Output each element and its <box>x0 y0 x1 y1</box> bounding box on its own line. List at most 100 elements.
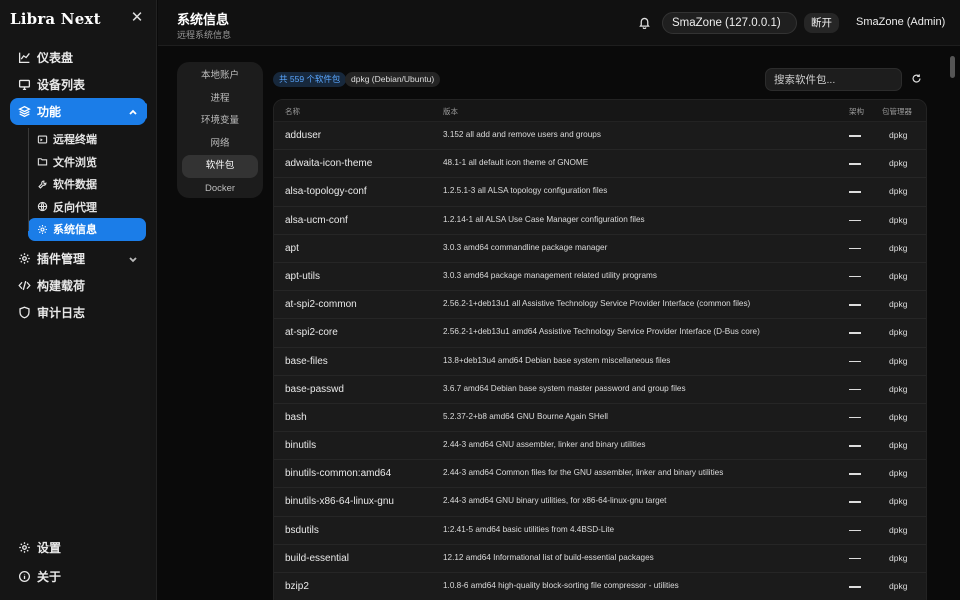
sidebar-item-dashboard[interactable]: 仪表盘 <box>10 44 146 71</box>
sidebar-item-label: 仪表盘 <box>37 51 74 65</box>
package-version: 3.0.3 amd64 commandline package manager <box>443 242 608 252</box>
table-row[interactable]: build-essential 12.12 amd64 Informational… <box>274 544 926 573</box>
sidebar-item-build-payload[interactable]: 构建载荷 <box>10 272 146 299</box>
sidebar-item-audit-log[interactable]: 审计日志 <box>10 299 146 326</box>
gear-icon <box>17 541 31 555</box>
package-manager: dpkg <box>889 496 908 507</box>
package-manager: dpkg <box>889 214 908 225</box>
package-arch-empty <box>849 247 861 250</box>
package-manager: dpkg <box>889 299 908 310</box>
package-manager: dpkg <box>889 440 908 451</box>
package-arch-empty <box>849 275 861 278</box>
tool-icon <box>36 178 48 190</box>
package-name: bzip2 <box>285 581 309 592</box>
package-name: adwaita-icon-theme <box>285 158 373 170</box>
table-row[interactable]: bzip2 1.0.8-6 amd64 high-quality block-so… <box>274 573 926 600</box>
table-row[interactable]: bash 5.2.37-2+b8 amd64 GNU Bourne Again S… <box>274 403 926 433</box>
column-header-version[interactable]: 版本 <box>443 106 458 117</box>
page-scrollbar[interactable] <box>950 56 955 78</box>
tab-network[interactable]: 网络 <box>182 133 258 156</box>
sidebar-bottom: 设置 关于 <box>10 534 146 590</box>
package-version: 2.44-3 amd64 GNU binary utilities, for x… <box>443 496 667 506</box>
package-name: apt <box>285 242 299 254</box>
sidebar-item-label: 关于 <box>37 570 62 584</box>
sidebar-item-file-browser[interactable]: 文件浏览 <box>28 151 146 174</box>
table-row[interactable]: adduser 3.152 all add and remove users an… <box>274 122 926 151</box>
sidebar-item-features[interactable]: 功能 <box>10 98 146 125</box>
table-row[interactable]: base-passwd 3.6.7 amd64 Debian base syste… <box>274 375 926 404</box>
sidebar-item-remote-terminal[interactable]: 远程终端 <box>28 128 146 151</box>
package-version: 48.1-1 all default icon theme of GNOME <box>443 158 589 168</box>
system-info-submenu: 本地账户 进程 环境变量 网络 软件包 Docker <box>177 62 263 198</box>
tab-env-vars[interactable]: 环境变量 <box>182 110 258 133</box>
chart-icon <box>17 51 31 65</box>
package-arch-empty <box>849 332 861 334</box>
package-arch-empty <box>849 135 861 137</box>
sidebar-item-settings[interactable]: 设置 <box>10 534 146 561</box>
sidebar-item-plugins[interactable]: 插件管理 <box>10 245 146 272</box>
package-name: binutils-common:amd64 <box>285 468 392 480</box>
package-name: alsa-topology-conf <box>285 186 367 198</box>
table-row[interactable]: at-spi2-core 2.56.2-1+deb13u1 amd64 Assis… <box>274 319 926 348</box>
package-name: bsdutils <box>285 524 319 536</box>
sidebar-scroll-indicator <box>143 103 147 119</box>
table-row[interactable]: apt-utils 3.0.3 amd64 package management … <box>274 262 926 292</box>
package-manager: dpkg <box>889 524 908 535</box>
table-row[interactable]: binutils-x86-64-linux-gnu 2.44-3 amd64 GN… <box>274 488 926 517</box>
package-manager: dpkg <box>889 270 908 281</box>
package-arch-empty <box>849 501 861 503</box>
info-icon <box>17 570 31 584</box>
package-manager: dpkg <box>889 327 908 338</box>
table-row[interactable]: binutils-common:amd64 2.44-3 amd64 Common… <box>274 460 926 489</box>
package-name: build-essential <box>285 552 349 564</box>
package-arch-empty <box>849 445 861 447</box>
sidebar-item-devices[interactable]: 设备列表 <box>10 71 146 98</box>
refresh-icon[interactable] <box>911 73 924 86</box>
server-selector[interactable]: SmaZone (127.0.0.1) <box>662 12 797 34</box>
folder-icon <box>36 156 48 168</box>
package-manager: dpkg <box>889 186 908 197</box>
package-version: 5.2.37-2+b8 amd64 GNU Bourne Again SHell <box>443 411 608 421</box>
package-manager: dpkg <box>889 411 908 422</box>
package-version: 12.12 amd64 Informational list of build-… <box>443 552 654 562</box>
chevron-down-icon <box>128 253 138 263</box>
tab-docker[interactable]: Docker <box>182 178 258 201</box>
package-version: 1:2.41-5 amd64 basic utilities from 4.4B… <box>443 524 615 534</box>
close-icon[interactable]: ✕ <box>130 10 144 25</box>
table-row[interactable]: alsa-ucm-conf 1.2.14-1 all ALSA Use Case … <box>274 206 926 235</box>
search-input[interactable] <box>765 68 902 91</box>
column-header-name[interactable]: 名称 <box>285 106 300 117</box>
table-row[interactable]: alsa-topology-conf 1.2.5.1-3 all ALSA top… <box>274 178 926 207</box>
tab-processes[interactable]: 进程 <box>182 88 258 111</box>
column-header-manager[interactable]: 包管理器 <box>882 106 912 117</box>
table-row[interactable]: apt 3.0.3 amd64 commandline package manag… <box>274 234 926 263</box>
package-arch-empty <box>849 529 861 532</box>
tab-packages[interactable]: 软件包 <box>182 155 258 178</box>
bell-icon[interactable] <box>638 16 652 30</box>
table-row[interactable]: at-spi2-common 2.56.2-1+deb13u1 all Assis… <box>274 291 926 320</box>
package-version: 3.152 all add and remove users and group… <box>443 130 601 139</box>
table-header: 名称 版本 架构 包管理器 <box>274 100 926 122</box>
column-header-arch[interactable]: 架构 <box>849 106 864 117</box>
user-menu[interactable]: SmaZone (Admin) <box>856 16 945 28</box>
table-row[interactable]: base-files 13.8+deb13u4 amd64 Debian base… <box>274 347 926 376</box>
gear-icon <box>17 251 31 265</box>
sidebar-item-reverse-proxy[interactable]: 反向代理 <box>28 196 146 219</box>
sidebar-item-system-info[interactable]: 系统信息 <box>28 218 146 241</box>
page-subtitle: 远程系统信息 <box>177 30 232 40</box>
package-count-badge: 共 559 个软件包 <box>273 72 347 87</box>
tab-local-accounts[interactable]: 本地账户 <box>182 65 258 88</box>
disconnect-button[interactable]: 断开 <box>804 13 839 33</box>
sidebar-item-software-data[interactable]: 软件数据 <box>28 173 146 196</box>
shield-icon <box>17 305 31 319</box>
brand-logo: Libra Next <box>10 10 101 28</box>
package-arch-empty <box>849 219 861 222</box>
table-row[interactable]: binutils 2.44-3 amd64 GNU assembler, link… <box>274 432 926 461</box>
package-name: adduser <box>285 130 322 141</box>
table-row[interactable]: adwaita-icon-theme 48.1-1 all default ico… <box>274 150 926 179</box>
terminal-icon <box>36 133 48 145</box>
sidebar-item-about[interactable]: 关于 <box>10 563 146 590</box>
package-name: apt-utils <box>285 270 321 282</box>
table-row[interactable]: bsdutils 1:2.41-5 amd64 basic utilities f… <box>274 516 926 545</box>
package-arch-empty <box>849 191 861 193</box>
